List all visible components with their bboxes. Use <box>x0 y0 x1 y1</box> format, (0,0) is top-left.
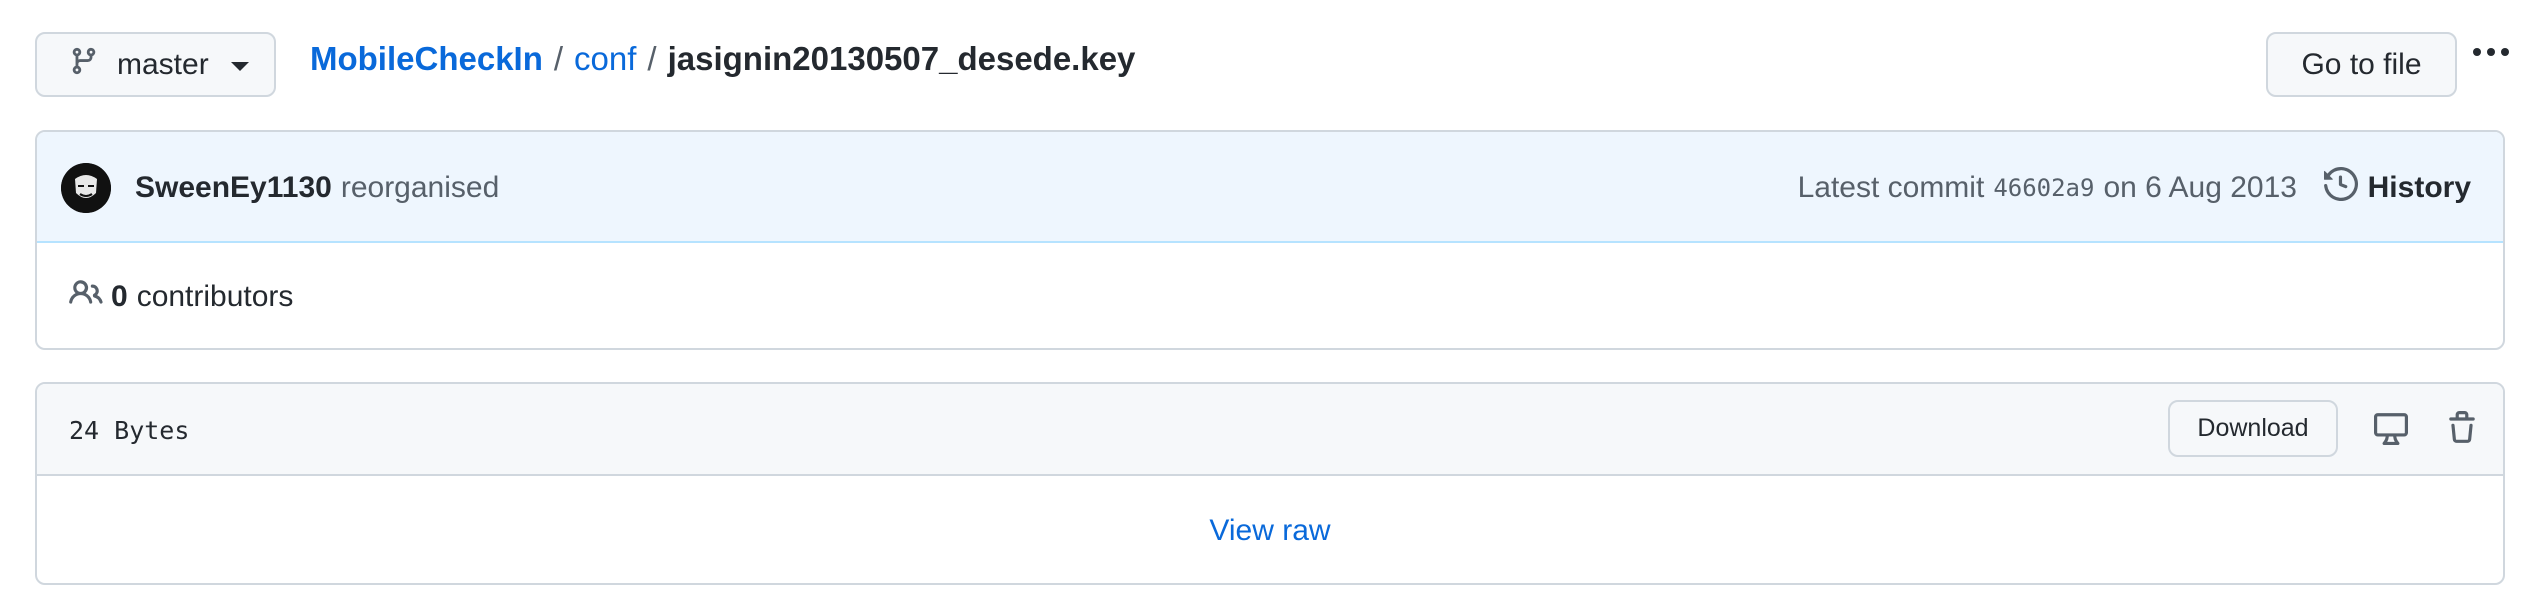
file-header: 24 Bytes Download <box>37 384 2503 476</box>
go-to-file-button[interactable]: Go to file <box>2266 32 2457 97</box>
latest-commit-info: Latest commit 46602a9 on 6 Aug 2013 <box>1798 132 2297 243</box>
history-icon <box>2323 166 2358 209</box>
kebab-horizontal-icon <box>2471 45 2511 63</box>
latest-commit-label: Latest commit <box>1797 170 1985 204</box>
branch-name: master <box>117 47 209 81</box>
commit-message-link[interactable]: reorganised <box>341 171 499 205</box>
breadcrumb-separator: / <box>553 40 564 77</box>
people-icon <box>69 276 111 318</box>
commit-box: SweenEy1130 reorganised Latest commit 46… <box>35 130 2505 350</box>
commit-date: on 6 Aug 2013 <box>2103 170 2297 204</box>
chevron-down-icon <box>230 62 249 71</box>
branch-select-button[interactable]: master <box>35 32 276 97</box>
commit-author-link[interactable]: SweenEy1130 <box>135 171 332 205</box>
commit-sha-link[interactable]: 46602a9 <box>1993 174 2094 202</box>
commit-author-line: SweenEy1130 reorganised <box>135 132 499 243</box>
file-box: 24 Bytes Download View raw <box>35 382 2505 585</box>
avatar[interactable] <box>61 163 111 213</box>
contributors-label: contributors <box>136 279 294 313</box>
contributors-row: 0 contributors <box>69 243 294 348</box>
breadcrumb-repo-link[interactable]: MobileCheckIn <box>310 40 543 78</box>
delete-file-button[interactable] <box>2442 410 2482 450</box>
file-size: 24 Bytes <box>69 415 190 445</box>
desktop-icon <box>2374 411 2408 450</box>
open-desktop-button[interactable] <box>2371 410 2411 450</box>
breadcrumb-file-name: jasignin20130507_desede.key <box>667 40 1136 77</box>
contributors-count: 0 <box>111 279 128 313</box>
breadcrumb-folder-link[interactable]: conf <box>574 40 636 78</box>
breadcrumb: MobileCheckIn / conf / jasignin20130507_… <box>310 34 1135 84</box>
history-label: History <box>2367 170 2471 204</box>
git-branch-icon <box>69 46 99 84</box>
view-raw-area: View raw <box>37 476 2503 583</box>
breadcrumb-separator: / <box>647 40 657 77</box>
trash-icon <box>2445 410 2479 450</box>
view-raw-link[interactable]: View raw <box>1209 514 1330 548</box>
more-options-button[interactable] <box>2466 34 2516 74</box>
history-link[interactable]: History <box>2323 132 2471 243</box>
download-button[interactable]: Download <box>2168 400 2338 457</box>
commit-header: SweenEy1130 reorganised Latest commit 46… <box>37 132 2503 243</box>
